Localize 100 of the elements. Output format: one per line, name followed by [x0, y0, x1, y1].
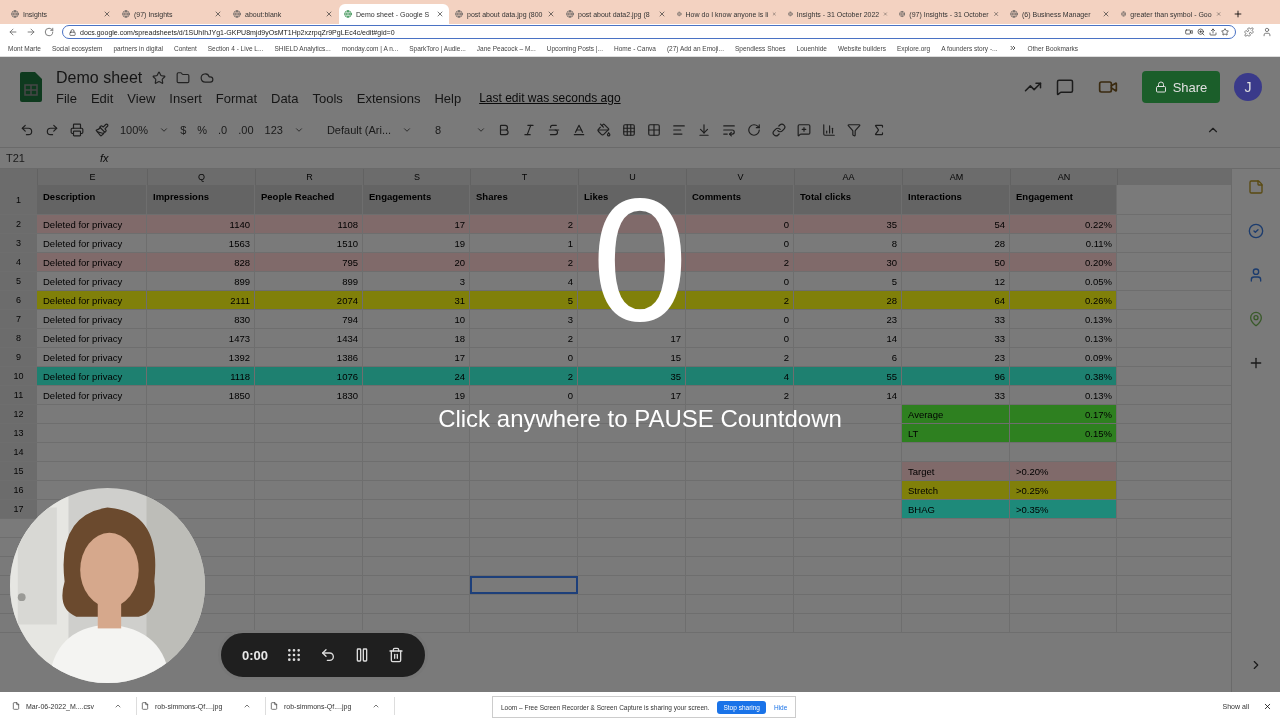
caret-icon[interactable]: [476, 125, 487, 135]
text-color-icon[interactable]: [572, 123, 587, 137]
zoom-icon[interactable]: [1197, 28, 1205, 36]
menu-item[interactable]: View: [127, 90, 156, 106]
bold-icon[interactable]: [497, 123, 512, 137]
trash-icon[interactable]: [387, 647, 404, 663]
undo-icon[interactable]: [320, 647, 336, 663]
row-number[interactable]: 2: [0, 215, 37, 233]
close-icon[interactable]: [436, 10, 444, 18]
camera-icon[interactable]: [1185, 28, 1193, 36]
table-cell: 55: [886, 370, 897, 382]
row-number[interactable]: 5: [0, 272, 37, 290]
row-number[interactable]: 11: [0, 386, 37, 404]
paint-format-icon[interactable]: [95, 123, 109, 137]
row-number[interactable]: 8: [0, 329, 37, 347]
menu-item[interactable]: Help: [434, 90, 462, 106]
grid-icon[interactable]: [286, 647, 302, 663]
back-icon[interactable]: [8, 27, 18, 37]
decrease-decimals-button[interactable]: .0: [218, 124, 228, 136]
table-cell: Deleted for privacy: [43, 256, 123, 268]
row-number[interactable]: 16: [0, 481, 37, 499]
table-cell: 0: [567, 389, 573, 401]
document-title[interactable]: Demo sheet: [56, 68, 143, 87]
menu-item[interactable]: Edit: [90, 90, 114, 106]
menu-item[interactable]: Extensions: [356, 90, 421, 106]
new-tab-icon[interactable]: [1233, 9, 1243, 19]
forward-icon[interactable]: [26, 27, 36, 37]
italic-icon[interactable]: [522, 123, 537, 137]
table-cell: 0: [783, 218, 789, 230]
row-number[interactable]: 9: [0, 348, 37, 366]
redo-icon[interactable]: [45, 123, 59, 137]
more-bookmarks-icon[interactable]: [1008, 44, 1017, 52]
share-button[interactable]: Share: [1142, 71, 1220, 103]
borders-icon[interactable]: [622, 123, 637, 137]
row-number[interactable]: 7: [0, 310, 37, 328]
row-number[interactable]: 14: [0, 443, 37, 461]
row-number[interactable]: 15: [0, 462, 37, 480]
row-number[interactable]: 3: [0, 234, 37, 252]
menu-item[interactable]: Format: [215, 90, 257, 106]
fill-color-icon[interactable]: [597, 123, 612, 137]
caret-icon[interactable]: [243, 702, 251, 710]
row-number[interactable]: 6: [0, 291, 37, 309]
puzzle-icon[interactable]: [1244, 27, 1254, 37]
currency-button[interactable]: $: [180, 124, 187, 136]
add-icon[interactable]: [1248, 355, 1264, 371]
zoom-select[interactable]: 100%: [120, 124, 149, 136]
countdown-message[interactable]: Click anywhere to PAUSE Countdown: [438, 408, 842, 430]
menu-item[interactable]: File: [56, 90, 77, 106]
comment-icon[interactable]: [1056, 78, 1074, 96]
comment-icon[interactable]: [797, 123, 812, 137]
row-number[interactable]: 17: [0, 500, 37, 518]
number-format-select[interactable]: 123: [264, 124, 283, 136]
avatar[interactable]: J: [1234, 73, 1262, 101]
table-cell: 0: [783, 313, 789, 325]
menu-item[interactable]: Tools: [312, 90, 343, 106]
row-number[interactable]: 13: [0, 424, 37, 442]
column-title: Total clicks: [794, 185, 902, 214]
align-icon[interactable]: [672, 123, 687, 137]
star-icon[interactable]: [152, 70, 167, 85]
font-size-select[interactable]: 8: [435, 124, 466, 136]
merge-icon[interactable]: [647, 123, 662, 137]
star-icon[interactable]: [1221, 28, 1229, 36]
folder-icon[interactable]: [176, 70, 191, 85]
row-number[interactable]: 4: [0, 253, 37, 271]
table-cell: 2: [567, 218, 573, 230]
row-number[interactable]: 10: [0, 367, 37, 385]
font-select[interactable]: Default (Ari...: [326, 124, 392, 136]
profile-icon[interactable]: [1262, 27, 1272, 37]
row-number[interactable]: 12: [0, 405, 37, 423]
link-icon[interactable]: [772, 123, 787, 137]
menu-item[interactable]: Insert: [169, 90, 202, 106]
row-number[interactable]: 1: [0, 185, 37, 214]
wrap-icon[interactable]: [722, 123, 737, 137]
share-icon[interactable]: [1209, 28, 1217, 36]
selected-cell[interactable]: [470, 576, 578, 594]
caret-icon[interactable]: [159, 125, 170, 135]
contacts-icon[interactable]: [1248, 267, 1264, 283]
sheets-logo-icon[interactable]: [20, 72, 42, 102]
caret-icon[interactable]: [293, 125, 304, 135]
table-cell: 1140: [229, 218, 250, 230]
caret-icon[interactable]: [372, 702, 380, 710]
tasks-icon[interactable]: [1248, 223, 1264, 239]
globe-icon: [566, 10, 574, 18]
table-cell: 1386: [336, 351, 358, 363]
chart-icon[interactable]: [822, 123, 837, 137]
strikethrough-icon[interactable]: [547, 123, 562, 137]
cloud-icon[interactable]: [200, 70, 215, 85]
last-edit-link[interactable]: Last edit was seconds ago: [479, 91, 621, 105]
name-box[interactable]: T21: [6, 152, 86, 164]
caret-icon[interactable]: [402, 125, 413, 135]
close-icon[interactable]: [1263, 701, 1272, 711]
vertical-align-icon[interactable]: [697, 123, 712, 137]
increase-decimals-button[interactable]: .00: [238, 124, 254, 136]
rotate-icon[interactable]: [747, 123, 762, 137]
reload-icon[interactable]: [44, 27, 54, 37]
menu-item[interactable]: Data: [271, 90, 299, 106]
caret-icon[interactable]: [114, 702, 122, 710]
filter-icon[interactable]: [847, 123, 862, 137]
print-icon[interactable]: [70, 123, 84, 137]
percent-button[interactable]: %: [197, 124, 208, 136]
